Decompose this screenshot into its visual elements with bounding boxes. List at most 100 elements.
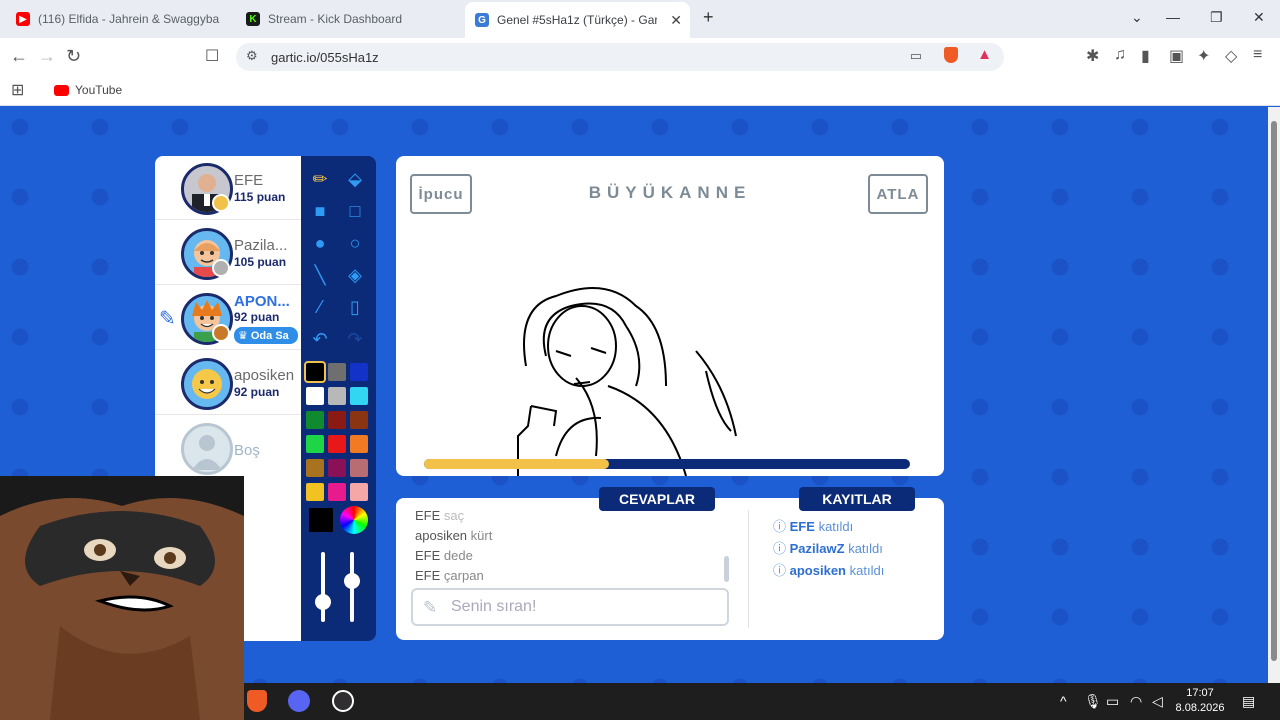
sidebar-icon[interactable]: ▮ bbox=[1141, 46, 1150, 66]
brave-app-icon[interactable] bbox=[247, 690, 267, 712]
player-item[interactable]: ✎ APON... 92 puan ♛ Oda Sa bbox=[155, 286, 301, 350]
color-swatch[interactable] bbox=[328, 387, 346, 405]
apps-grid-icon[interactable]: ⊞ bbox=[11, 80, 24, 100]
tab-kick[interactable]: K Stream - Kick Dashboard bbox=[236, 4, 462, 34]
current-color bbox=[307, 506, 335, 534]
undo-icon[interactable]: ↶ bbox=[306, 325, 334, 353]
site-settings-icon[interactable]: ⚙ bbox=[246, 48, 258, 64]
log-user: aposiken bbox=[789, 563, 846, 578]
size-slider[interactable] bbox=[321, 552, 325, 622]
tab-youtube[interactable]: ▶ (116) Elfida - Jahrein & Swaggyba bbox=[6, 4, 232, 34]
panel-divider bbox=[748, 510, 749, 628]
menu-icon[interactable]: ≡ bbox=[1253, 46, 1262, 64]
close-window-icon[interactable]: ✕ bbox=[1253, 9, 1265, 26]
pencil-icon: ✎ bbox=[423, 598, 438, 617]
kick-favicon-icon: K bbox=[246, 12, 260, 26]
answers-panel: EFE saç aposiken kürt EFE dede EFE çarpa… bbox=[396, 498, 944, 640]
empty-avatar bbox=[181, 423, 233, 475]
answer-item: EFE çarpan bbox=[415, 568, 484, 583]
color-swatch[interactable] bbox=[306, 483, 324, 501]
maximize-icon[interactable]: ❐ bbox=[1210, 9, 1223, 26]
color-swatch[interactable] bbox=[306, 387, 324, 405]
microphone-icon[interactable]: 🎙 bbox=[1084, 693, 1102, 710]
notification-icon[interactable]: ▤ bbox=[1242, 693, 1255, 710]
wallet-icon[interactable]: ▣ bbox=[1169, 46, 1184, 66]
tab-label: Stream - Kick Dashboard bbox=[268, 12, 403, 26]
minimize-icon[interactable]: — bbox=[1166, 9, 1180, 25]
filled-circle-icon[interactable]: ● bbox=[306, 229, 334, 257]
color-swatch[interactable] bbox=[306, 435, 324, 453]
info-icon: ⓘ bbox=[773, 563, 787, 578]
color-wheel-icon[interactable] bbox=[340, 506, 368, 534]
tab-search-icon[interactable]: ⌄ bbox=[1131, 9, 1143, 26]
eraser-tool-icon[interactable]: ⬙ bbox=[341, 165, 369, 193]
youtube-favicon-icon: ▶ bbox=[16, 12, 30, 26]
windows-taskbar: ^ 🎙 ▭ ◠ ◁ ▤ bbox=[244, 683, 1280, 720]
rectangle-icon[interactable]: □ bbox=[341, 197, 369, 225]
color-swatch[interactable] bbox=[328, 411, 346, 429]
color-swatch[interactable] bbox=[328, 483, 346, 501]
drawing-canvas[interactable]: İpucu BÜYÜKANNE ATLA bbox=[396, 156, 944, 476]
color-swatch[interactable] bbox=[306, 459, 324, 477]
gartic-favicon-icon: G bbox=[475, 13, 489, 27]
color-swatch[interactable] bbox=[350, 459, 368, 477]
color-swatch[interactable] bbox=[328, 363, 346, 381]
bookmark-label: YouTube bbox=[75, 83, 123, 97]
color-swatch[interactable] bbox=[350, 363, 368, 381]
player-item[interactable]: aposiken 92 puan bbox=[155, 351, 301, 415]
circle-icon[interactable]: ○ bbox=[341, 229, 369, 257]
player-item[interactable]: EFE 115 puan bbox=[155, 156, 301, 220]
color-swatch[interactable] bbox=[350, 411, 368, 429]
color-swatch[interactable] bbox=[304, 361, 326, 383]
player-name: EFE bbox=[234, 172, 264, 189]
logs-heading: KAYITLAR bbox=[799, 487, 915, 511]
bookmark-youtube[interactable]: YouTube bbox=[54, 83, 122, 97]
vpn-icon[interactable]: ◇ bbox=[1225, 46, 1237, 66]
extensions-icon[interactable]: ✱ bbox=[1086, 46, 1099, 66]
color-swatch[interactable] bbox=[350, 435, 368, 453]
leo-icon[interactable]: ✦ bbox=[1197, 46, 1210, 66]
tab-gartic[interactable]: G Genel #5sHa1z (Türkçe) - Gartic.i ✕ bbox=[465, 2, 690, 38]
battery-icon[interactable]: ▭ bbox=[1106, 693, 1119, 710]
tray-expand-icon[interactable]: ^ bbox=[1060, 693, 1067, 709]
color-swatch[interactable] bbox=[350, 387, 368, 405]
close-tab-icon[interactable]: ✕ bbox=[670, 12, 682, 29]
reload-icon[interactable]: ↻ bbox=[66, 46, 81, 67]
taskbar-clock[interactable]: 17:07 8.08.2026 bbox=[1170, 686, 1230, 716]
answer-input[interactable]: ✎ Senin sıran! bbox=[411, 588, 729, 626]
color-swatch[interactable] bbox=[350, 483, 368, 501]
back-icon[interactable]: ← bbox=[10, 46, 28, 67]
volume-icon[interactable]: ◁ bbox=[1152, 693, 1163, 710]
color-swatch[interactable] bbox=[306, 411, 324, 429]
redo-icon[interactable]: ↷ bbox=[341, 325, 369, 353]
bookmark-icon[interactable]: ☐ bbox=[205, 46, 219, 66]
filled-rectangle-icon[interactable]: ■ bbox=[306, 197, 334, 225]
color-swatch[interactable] bbox=[328, 459, 346, 477]
obs-app-icon[interactable] bbox=[332, 690, 354, 712]
address-bar[interactable]: ⚙ gartic.io/055sHa1z ▭ ▲ bbox=[236, 43, 1004, 71]
new-tab-icon[interactable]: + bbox=[703, 7, 714, 28]
opacity-slider-knob-icon[interactable] bbox=[344, 573, 360, 589]
pencil-tool-icon[interactable]: ✏ bbox=[306, 165, 334, 193]
scrollbar-thumb[interactable] bbox=[1271, 121, 1277, 661]
timer-bar bbox=[424, 459, 910, 469]
color-swatch[interactable] bbox=[328, 435, 346, 453]
cast-icon[interactable]: ▭ bbox=[910, 48, 922, 64]
room-owner-tag: ♛ Oda Sa bbox=[234, 327, 298, 344]
url-text: gartic.io/055sHa1z bbox=[271, 49, 379, 65]
media-icon[interactable]: ♫ bbox=[1114, 46, 1126, 64]
page-scrollbar[interactable] bbox=[1268, 107, 1280, 683]
brave-shield-icon[interactable] bbox=[944, 47, 958, 63]
size-slider-knob-icon[interactable] bbox=[315, 594, 331, 610]
answers-scrollbar[interactable] bbox=[724, 556, 729, 582]
line-tool-icon[interactable]: ╲ bbox=[306, 261, 334, 289]
wifi-icon[interactable]: ◠ bbox=[1130, 693, 1142, 710]
forward-icon[interactable]: → bbox=[38, 46, 56, 67]
fill-bucket-icon[interactable]: ◈ bbox=[341, 261, 369, 289]
discord-app-icon[interactable] bbox=[288, 690, 310, 712]
new-page-icon[interactable]: ▯ bbox=[341, 293, 369, 321]
avatar bbox=[181, 358, 233, 410]
player-item[interactable]: Pazila... 105 puan bbox=[155, 221, 301, 285]
eyedropper-icon[interactable]: ⁄ bbox=[306, 293, 334, 321]
rewards-icon[interactable]: ▲ bbox=[977, 46, 992, 63]
